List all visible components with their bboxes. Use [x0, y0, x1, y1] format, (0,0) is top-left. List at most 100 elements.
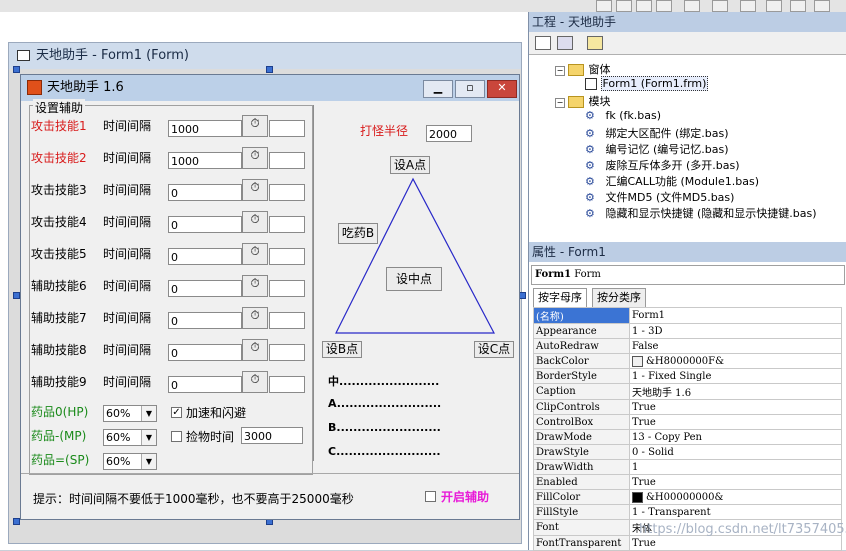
heal-dodge-checkbox[interactable]: ✓ — [171, 407, 182, 418]
property-value-cell[interactable]: &H8000000F& — [629, 353, 842, 369]
skill-key-input[interactable] — [269, 184, 305, 201]
minimize-button[interactable]: ▁ — [423, 80, 453, 98]
eat-potion-b-button[interactable]: 吃药B — [338, 223, 378, 244]
property-value-cell[interactable]: 1 — [629, 459, 842, 475]
timer-button[interactable]: ⏱ — [242, 275, 268, 297]
tree-item[interactable]: − 模块 — [555, 93, 612, 109]
tree-item[interactable]: ⚙ 废除互斥体多开 (多开.bas) — [585, 157, 741, 173]
resize-handle[interactable] — [13, 518, 20, 525]
view-object-icon[interactable] — [557, 36, 573, 50]
property-row[interactable]: ControlBox True — [533, 414, 842, 430]
skill-key-input[interactable] — [269, 120, 305, 137]
property-value-cell[interactable]: 0 - Solid — [629, 444, 842, 460]
property-row[interactable]: AutoRedraw False — [533, 338, 842, 354]
interval-input[interactable]: 0 — [168, 184, 242, 201]
start-assist-checkbox[interactable] — [425, 491, 436, 502]
property-row[interactable]: FontTransparent True — [533, 535, 842, 551]
timer-button[interactable]: ⏱ — [242, 243, 268, 265]
expand-icon[interactable]: − — [555, 98, 565, 108]
toolbar-button[interactable] — [596, 0, 612, 12]
skill-key-input[interactable] — [269, 312, 305, 329]
property-value-cell[interactable]: &H00000000& — [629, 489, 842, 505]
property-value-cell[interactable]: 1 - Fixed Single — [629, 368, 842, 384]
potion-threshold-select[interactable]: 60% ▼ — [103, 453, 157, 470]
skill-key-input[interactable] — [269, 376, 305, 393]
set-c-button[interactable]: 设C点 — [474, 341, 514, 358]
toolbar-button[interactable] — [740, 0, 756, 12]
interval-input[interactable]: 0 — [168, 280, 242, 297]
tree-item[interactable]: Form1 (Form1.frm) — [585, 76, 709, 91]
toolbar-button[interactable] — [766, 0, 782, 12]
property-row[interactable]: (名称) Form1 — [533, 307, 842, 324]
timer-button[interactable]: ⏱ — [242, 115, 268, 137]
property-value-cell[interactable]: 天地助手 1.6 — [629, 383, 842, 400]
pickup-time-input[interactable]: 3000 — [241, 427, 303, 444]
tree-item[interactable]: ⚙ 文件MD5 (文件MD5.bas) — [585, 189, 735, 205]
timer-button[interactable]: ⏱ — [242, 307, 268, 329]
property-value-cell[interactable]: 1 - Transparent — [629, 504, 842, 520]
timer-button[interactable]: ⏱ — [242, 371, 268, 393]
property-value-cell[interactable]: True — [629, 399, 842, 415]
interval-input[interactable]: 1000 — [168, 120, 242, 137]
property-row[interactable]: DrawStyle 0 - Solid — [533, 444, 842, 460]
resize-handle[interactable] — [13, 292, 20, 299]
interval-input[interactable]: 0 — [168, 344, 242, 361]
tree-item[interactable]: ⚙ 编号记忆 (编号记忆.bas) — [585, 141, 730, 157]
resize-handle[interactable] — [266, 66, 273, 73]
property-row[interactable]: FillStyle 1 - Transparent — [533, 504, 842, 520]
skill-key-input[interactable] — [269, 280, 305, 297]
toolbar-button[interactable] — [656, 0, 672, 12]
skill-key-input[interactable] — [269, 216, 305, 233]
object-selector[interactable]: Form1 Form — [531, 265, 845, 285]
property-value-cell[interactable]: False — [629, 338, 842, 354]
tree-item[interactable]: ⚙ 绑定大区配件 (绑定.bas) — [585, 125, 730, 141]
toolbar-button[interactable] — [814, 0, 830, 12]
property-row[interactable]: Caption 天地助手 1.6 — [533, 383, 842, 400]
interval-input[interactable]: 1000 — [168, 152, 242, 169]
monster-radius-input[interactable]: 2000 — [426, 125, 472, 142]
expand-icon[interactable]: − — [555, 66, 565, 76]
property-row[interactable]: Appearance 1 - 3D — [533, 323, 842, 339]
close-button[interactable]: ✕ — [487, 80, 517, 98]
tab-categorized[interactable]: 按分类序 — [592, 288, 646, 307]
skill-key-input[interactable] — [269, 344, 305, 361]
tab-alphabetic[interactable]: 按字母序 — [533, 288, 587, 307]
set-b-button[interactable]: 设B点 — [322, 341, 362, 358]
property-row[interactable]: BackColor &H8000000F& — [533, 353, 842, 369]
resize-handle[interactable] — [13, 66, 20, 73]
skill-key-input[interactable] — [269, 152, 305, 169]
toolbar-button[interactable] — [712, 0, 728, 12]
toggle-folders-icon[interactable] — [587, 36, 603, 50]
property-value-cell[interactable]: 1 - 3D — [629, 323, 842, 339]
set-center-button[interactable]: 设中点 — [386, 267, 442, 291]
interval-input[interactable]: 0 — [168, 248, 242, 265]
pickup-checkbox[interactable] — [171, 431, 182, 442]
interval-input[interactable]: 0 — [168, 216, 242, 233]
timer-button[interactable]: ⏱ — [242, 147, 268, 169]
potion-threshold-select[interactable]: 60% ▼ — [103, 405, 157, 422]
toolbar-button[interactable] — [636, 0, 652, 12]
maximize-button[interactable]: ▫ — [455, 80, 485, 98]
property-row[interactable]: Enabled True — [533, 474, 842, 490]
tree-item[interactable]: ⚙ fk (fk.bas) — [585, 109, 662, 122]
interval-input[interactable]: 0 — [168, 312, 242, 329]
set-a-button[interactable]: 设A点 — [390, 156, 430, 174]
resize-handle[interactable] — [519, 292, 526, 299]
tree-item[interactable]: − 窗体 — [555, 61, 612, 77]
toolbar-button[interactable] — [790, 0, 806, 12]
toolbar-button[interactable] — [684, 0, 700, 12]
view-code-icon[interactable] — [535, 36, 551, 50]
property-row[interactable]: DrawWidth 1 — [533, 459, 842, 475]
toolbar-button[interactable] — [616, 0, 632, 12]
property-value-cell[interactable]: True — [629, 414, 842, 430]
tree-item[interactable]: ⚙ 隐藏和显示快捷键 (隐藏和显示快捷键.bas) — [585, 205, 818, 221]
property-value-cell[interactable]: True — [629, 474, 842, 490]
property-row[interactable]: BorderStyle 1 - Fixed Single — [533, 368, 842, 384]
timer-button[interactable]: ⏱ — [242, 179, 268, 201]
property-row[interactable]: ClipControls True — [533, 399, 842, 415]
tree-item[interactable]: ⚙ 汇编CALL功能 (Module1.bas) — [585, 173, 760, 189]
interval-input[interactable]: 0 — [168, 376, 242, 393]
property-row[interactable]: DrawMode 13 - Copy Pen — [533, 429, 842, 445]
timer-button[interactable]: ⏱ — [242, 211, 268, 233]
skill-key-input[interactable] — [269, 248, 305, 265]
